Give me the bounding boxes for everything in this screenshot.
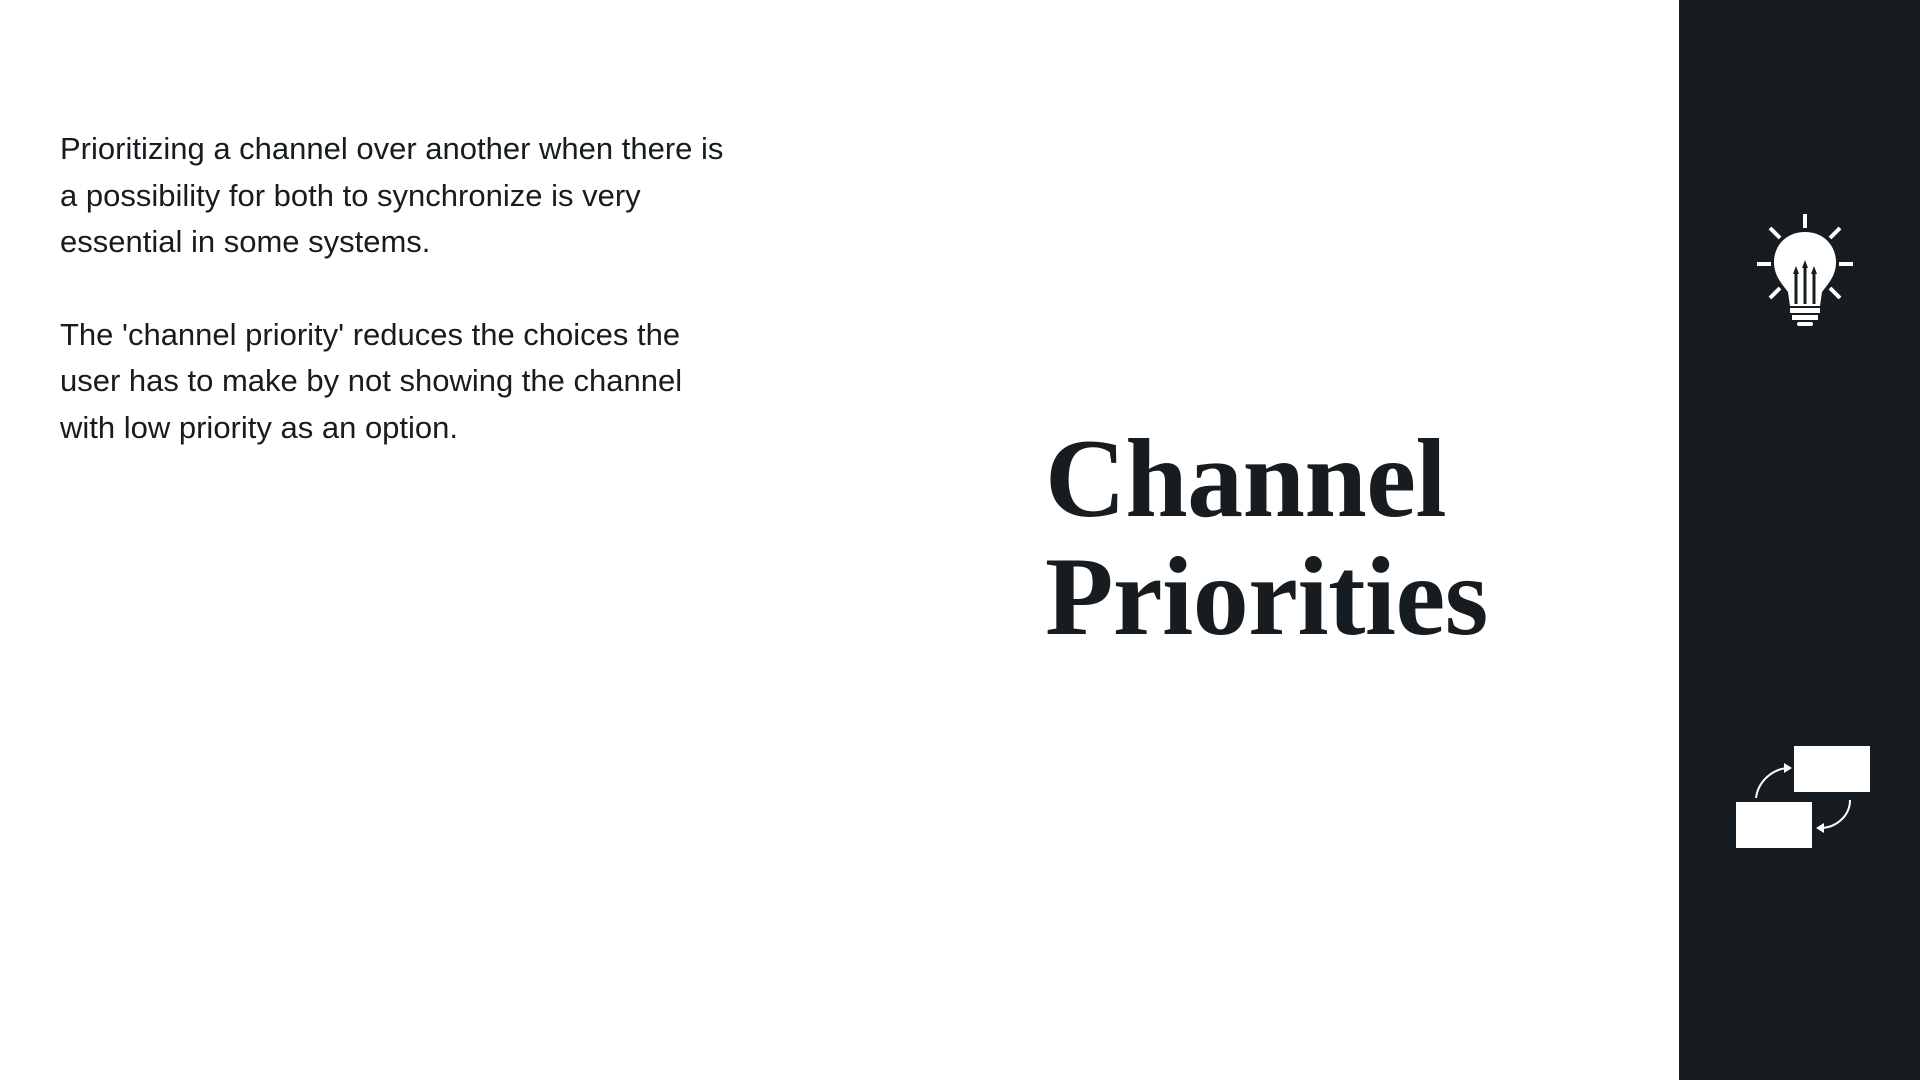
slide: Prioritizing a channel over another when… [0, 0, 1920, 1080]
swap-icon [1736, 746, 1870, 848]
paragraph-2: The 'channel priority' reduces the choic… [60, 316, 683, 445]
paragraph-1: Prioritizing a channel over another when… [60, 131, 724, 259]
body-text: Prioritizing a channel over another when… [60, 126, 740, 497]
slide-title: Channel Priorities [1045, 420, 1605, 656]
lightbulb-icon [1757, 214, 1853, 326]
sidebar-panel [1679, 0, 1920, 1080]
slide-title-line-2: Priorities [1045, 535, 1488, 659]
slide-title-line-1: Channel [1045, 417, 1447, 541]
